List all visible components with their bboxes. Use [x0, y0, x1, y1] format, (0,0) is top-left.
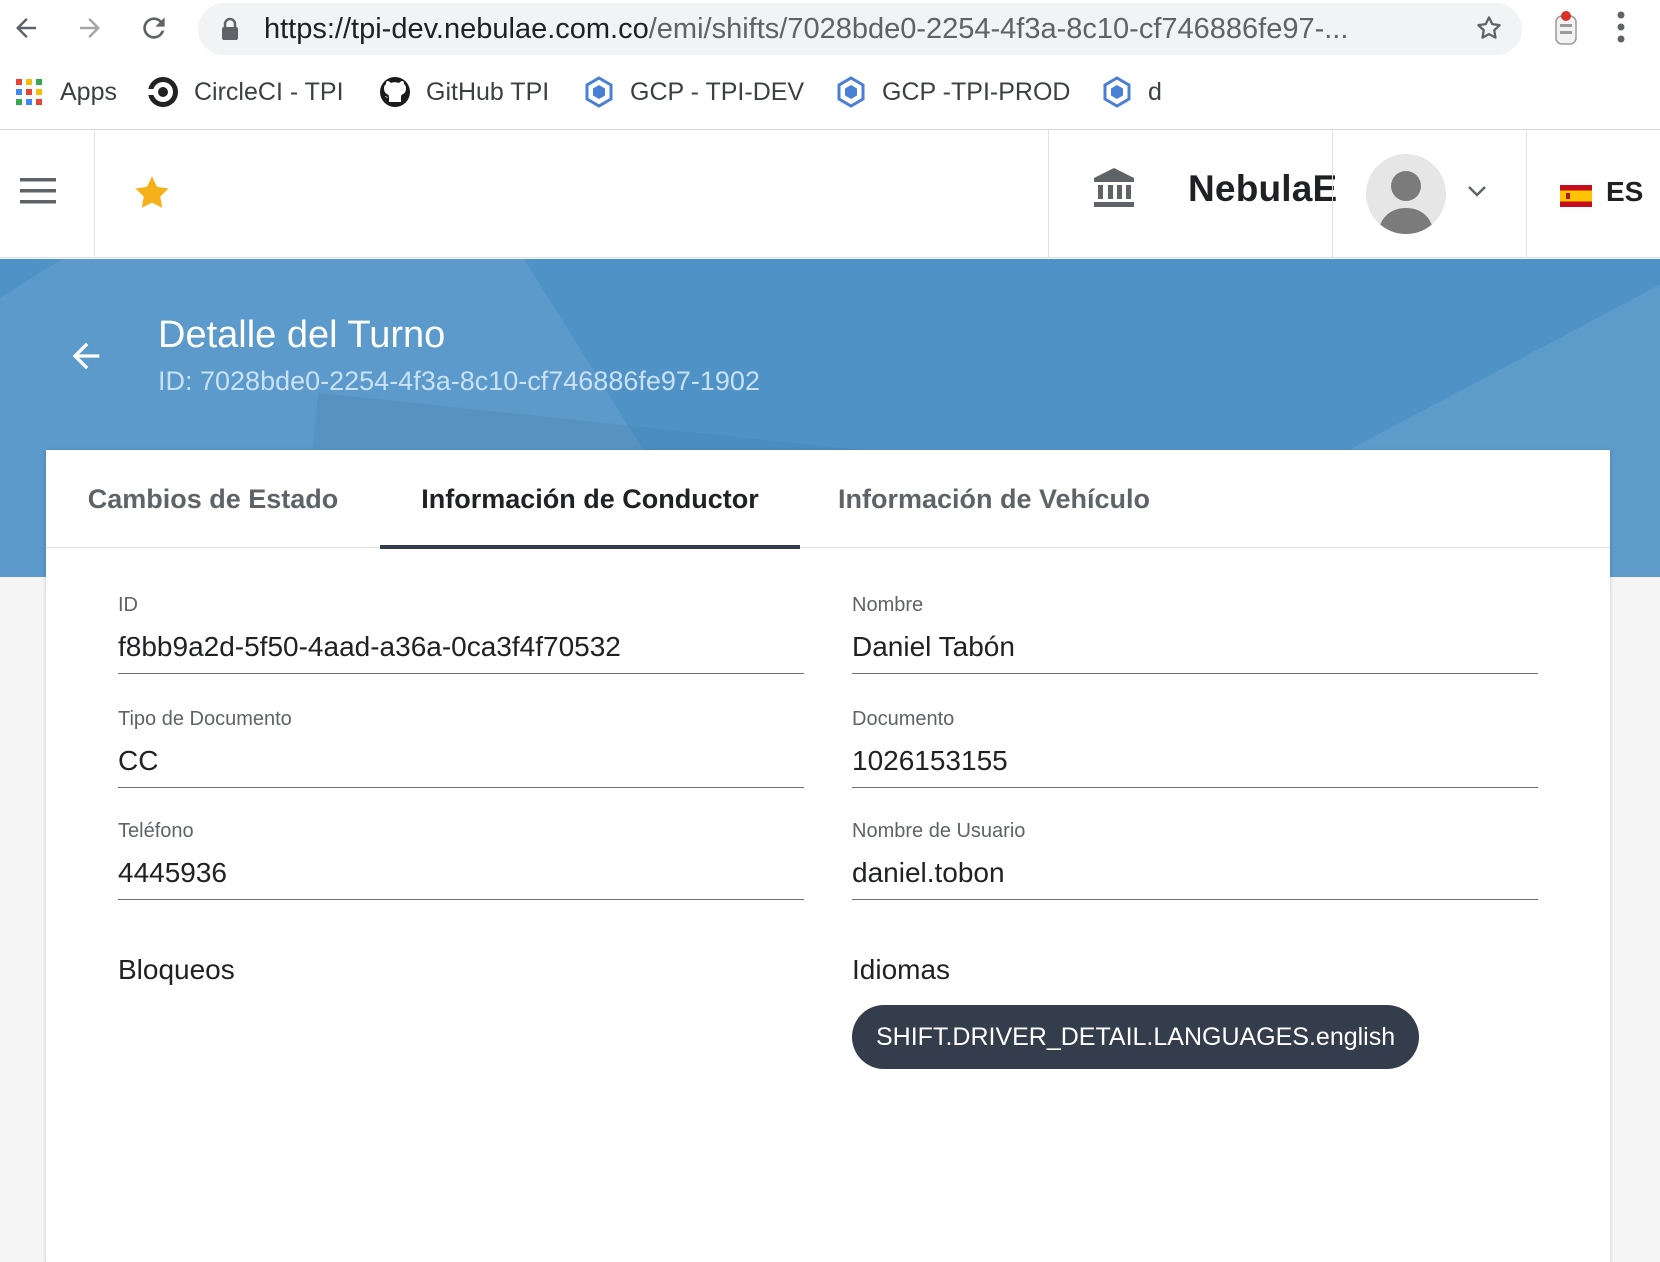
document-type-field: Tipo de Documento CC	[118, 708, 804, 788]
gcp-icon	[1100, 75, 1134, 109]
username-field: Nombre de Usuario daniel.tobon	[852, 820, 1538, 900]
address-bar[interactable]: https://tpi-dev.nebulae.com.co/emi/shift…	[198, 3, 1522, 55]
field-value: 4445936	[118, 856, 804, 900]
url-host: https://tpi-dev.nebulae.com.co	[264, 13, 649, 45]
header-divider	[94, 130, 95, 258]
field-value: daniel.tobon	[852, 856, 1538, 900]
bookmark-gcp-dev[interactable]: GCP - TPI-DEV	[582, 70, 804, 114]
avatar[interactable]	[1366, 154, 1446, 234]
gcp-icon	[582, 75, 616, 109]
bookmark-label: GCP - TPI-DEV	[630, 77, 805, 106]
language-selector[interactable]: ES	[1606, 176, 1643, 208]
page-title: Detalle del Turno	[158, 314, 446, 356]
organization-name: NebulaE	[1188, 168, 1338, 209]
field-value: CC	[118, 744, 804, 788]
field-value: f8bb9a2d-5f50-4aad-a36a-0ca3f4f70532	[118, 630, 804, 674]
arrow-right-icon	[80, 18, 100, 38]
field-value: Daniel Tabón	[852, 630, 1538, 674]
circleci-icon	[146, 75, 180, 109]
header-divider	[1332, 130, 1333, 258]
tab-state-changes[interactable]: Cambios de Estado	[46, 450, 380, 548]
language-chip: SHIFT.DRIVER_DETAIL.LANGUAGES.english	[852, 1005, 1420, 1069]
reload-icon	[143, 17, 165, 39]
bookmark-star-icon[interactable]	[1474, 13, 1504, 48]
field-label: Teléfono	[118, 820, 194, 842]
browser-reload-button[interactable]	[134, 8, 174, 48]
field-label: Nombre	[852, 594, 924, 616]
field-value: 1026153155	[852, 744, 1538, 788]
spain-flag-icon[interactable]	[1560, 185, 1592, 207]
back-arrow-icon[interactable]	[66, 336, 106, 381]
bookmark-circleci[interactable]: CircleCI - TPI	[146, 70, 344, 114]
extension-icon[interactable]	[1548, 8, 1584, 53]
header-divider	[1048, 130, 1049, 258]
url-path: /emi/shifts/7028bde0-2254-4f3a-8c10-cf74…	[648, 13, 1349, 45]
bookmark-label: GCP -TPI-PROD	[882, 77, 1071, 106]
bookmark-label: CircleCI - TPI	[194, 77, 344, 106]
lock-icon	[220, 17, 240, 46]
bank-icon[interactable]	[1092, 166, 1136, 215]
tab-vehicle-info[interactable]: Información de Vehículo	[800, 450, 1188, 548]
driver-id-field: ID f8bb9a2d-5f50-4aad-a36a-0ca3f4f70532	[118, 594, 804, 674]
blocks-section-title: Bloqueos	[118, 954, 235, 985]
bookmark-label: GitHub TPI	[426, 77, 550, 106]
browser-toolbar: https://tpi-dev.nebulae.com.co/emi/shift…	[0, 0, 1660, 130]
app-header: NebulaE ES	[0, 130, 1660, 258]
page-subtitle: ID: 7028bde0-2254-4f3a-8c10-cf746886fe97…	[158, 366, 760, 396]
bookmarks-bar: Apps CircleCI - TPI GitHub TPI GCP - TPI…	[0, 70, 1660, 114]
field-label: ID	[118, 594, 138, 616]
bookmark-label: Apps	[60, 77, 117, 106]
bookmark-label: d	[1148, 77, 1162, 106]
languages-section-title: Idiomas	[852, 954, 951, 985]
tab-bar: Cambios de Estado Información de Conduct…	[46, 450, 1610, 549]
field-label: Tipo de Documento	[118, 708, 292, 730]
bookmark-apps[interactable]: Apps	[12, 70, 117, 114]
gcp-icon	[834, 75, 868, 109]
browser-forward-button[interactable]	[70, 8, 110, 48]
hamburger-menu-icon[interactable]	[18, 174, 58, 213]
browser-back-button[interactable]	[6, 8, 46, 48]
driver-name-field: Nombre Daniel Tabón	[852, 594, 1538, 674]
bookmark-d[interactable]: d	[1100, 70, 1162, 114]
chevron-down-icon[interactable]	[1466, 184, 1488, 203]
tab-driver-info[interactable]: Información de Conductor	[380, 450, 800, 549]
bookmark-github[interactable]: GitHub TPI	[378, 70, 549, 114]
header-divider	[1526, 130, 1527, 258]
phone-field: Teléfono 4445936	[118, 820, 804, 900]
github-icon	[378, 75, 412, 109]
document-field: Documento 1026153155	[852, 708, 1538, 788]
detail-card: Cambios de Estado Información de Conduct…	[46, 450, 1610, 1262]
apps-grid-icon	[12, 75, 46, 109]
arrow-left-icon	[16, 18, 36, 38]
url-text: https://tpi-dev.nebulae.com.co/emi/shift…	[264, 13, 1464, 45]
browser-menu-icon[interactable]	[1616, 10, 1626, 49]
field-label: Nombre de Usuario	[852, 820, 1026, 842]
favorite-star-icon[interactable]	[130, 172, 174, 219]
field-label: Documento	[852, 708, 955, 730]
bookmark-gcp-prod[interactable]: GCP -TPI-PROD	[834, 70, 1070, 114]
